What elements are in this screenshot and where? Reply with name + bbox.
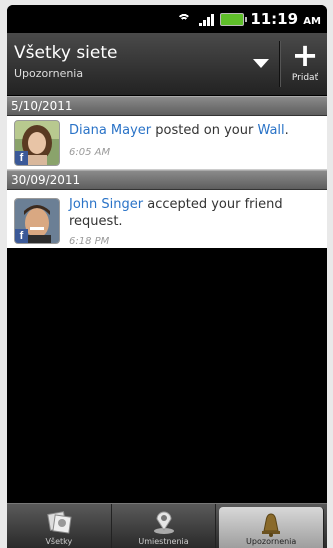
tab-locations-label: Umiestnenia [138,537,189,546]
clock-ampm: AM [303,16,321,27]
page-title: Všetky siete [14,43,118,63]
header-divider [279,41,281,87]
facebook-icon: f [15,229,28,243]
avatar: f [14,120,60,166]
bell-icon [258,513,284,537]
location-pin-icon [151,510,177,534]
add-button-label: Pridať [291,73,319,83]
notification-item[interactable]: f Diana Mayer posted on your Wall. 6:05 … [7,116,327,170]
header: Všetky siete Upozornenia + Pridať [7,33,327,96]
user-link[interactable]: Diana Mayer [69,123,151,138]
notification-text: John Singer accepted your friend request… [69,196,319,250]
notification-action: posted on your [151,123,258,138]
date-separator: 30/09/2011 [7,170,327,190]
battery-icon [220,12,248,26]
notification-item[interactable]: f John Singer accepted your friend reque… [7,190,327,251]
notification-suffix: . [284,123,289,138]
wall-link[interactable]: Wall [257,123,284,138]
tab-notifications[interactable]: Upozornenia [219,507,325,548]
add-button[interactable]: + Pridať [283,37,327,93]
photos-icon [46,510,72,534]
status-bar: 11:19 AM [7,5,327,33]
empty-list-area [7,248,327,504]
page-subtitle: Upozornenia [14,67,84,80]
wifi-icon [175,12,193,26]
notification-time: 6:05 AM [69,147,111,158]
notification-text: Diana Mayer posted on your Wall. 6:05 AM [69,122,319,161]
tab-all-label: Všetky [45,537,73,546]
signal-icon [199,12,215,26]
dropdown-arrow-icon [253,59,269,68]
status-clock: 11:19 AM [250,10,321,28]
bottom-tab-bar: Všetky Umiestnenia Upozornenia [7,503,327,548]
tab-all[interactable]: Všetky [7,504,112,548]
tab-locations[interactable]: Umiestnenia [112,504,217,548]
avatar: f [14,198,60,244]
plus-icon: + [291,36,319,74]
facebook-icon: f [15,151,28,165]
user-link[interactable]: John Singer [69,197,143,212]
tab-notifications-label: Upozornenia [246,537,297,546]
date-separator: 5/10/2011 [7,96,327,116]
clock-time: 11:19 [250,10,299,28]
phone-screen: 11:19 AM Všetky siete Upozornenia + Prid… [7,5,327,548]
network-selector[interactable]: Všetky siete Upozornenia [7,33,279,95]
